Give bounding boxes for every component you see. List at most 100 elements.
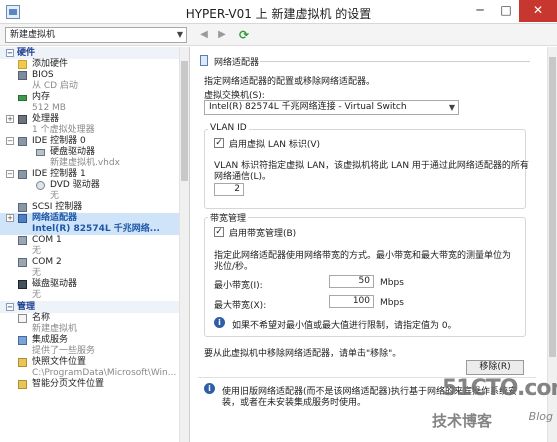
ide-controller-icon <box>18 137 27 146</box>
vlan-enable-checkbox[interactable]: ✓ <box>214 138 224 148</box>
tree-item-hard-drive[interactable]: 硬盘驱动器 <box>0 147 189 158</box>
bandwidth-group-title: 带宽管理 <box>208 211 249 224</box>
min-bandwidth-label: 最小带宽(I): <box>214 281 263 291</box>
tree-item-integration-detail: 提供了一些服务 <box>32 346 96 356</box>
info-icon: i <box>214 317 225 328</box>
tree-item-smart-paging[interactable]: 智能分页文件位置 <box>0 379 189 390</box>
vm-selector-dropdown[interactable]: 新建虚拟机 ▼ <box>5 27 187 43</box>
chevron-down-icon: ▼ <box>448 103 455 112</box>
tree-scrollbar-thumb[interactable] <box>181 61 188 181</box>
tree-item-bios[interactable]: BIOS <box>0 70 189 81</box>
title-bar: HYPER-V01 上 新建虚拟机 的设置 ─ □ ✕ <box>0 0 557 24</box>
ide-controller-icon <box>18 170 27 179</box>
tree-item-add-hardware[interactable]: 添加硬件 <box>0 59 189 70</box>
folder-icon <box>18 380 27 389</box>
vm-selector-value: 新建虚拟机 <box>10 30 56 40</box>
tree-item-processor-detail: 1 个虚拟处理器 <box>32 125 95 135</box>
serial-port-icon <box>18 236 27 245</box>
serial-port-icon <box>18 258 27 267</box>
bandwidth-description-line1: 指定此网络适配器使用网络带宽的方式。最小带宽和最大带宽的测量单位为 <box>214 251 512 261</box>
tree-item-com2-detail: 无 <box>32 268 42 278</box>
hard-drive-icon <box>36 149 45 156</box>
tree-item-name[interactable]: 名称 <box>0 313 189 324</box>
watermark-brand: 51CTO.com <box>442 376 557 401</box>
memory-icon <box>18 95 27 101</box>
management-section-header[interactable]: − 管理 <box>0 301 189 313</box>
tree-item-dvd-detail: 无 <box>50 191 60 201</box>
refresh-icon[interactable]: ⟳ <box>236 27 252 43</box>
collapse-icon[interactable]: − <box>6 137 14 145</box>
site-watermark: 51CTO.com 技术博客 Blog <box>432 376 557 442</box>
info-icon: i <box>204 383 215 394</box>
tree-item-ide0[interactable]: − IDE 控制器 0 <box>0 136 189 147</box>
tree-item-dvd[interactable]: DVD 驱动器 <box>0 180 189 191</box>
processor-icon <box>18 115 27 124</box>
forward-arrow-icon[interactable]: ▶ <box>214 27 230 43</box>
tree-item-bios-detail: 从 CD 启动 <box>32 81 78 91</box>
folder-icon <box>18 358 27 367</box>
min-bandwidth-unit: Mbps <box>380 278 404 288</box>
maximize-button[interactable]: □ <box>493 0 519 22</box>
network-adapter-icon <box>18 214 27 223</box>
toolbar: 新建虚拟机 ▼ ◀ ▶ ⟳ <box>0 24 557 46</box>
watermark-subtitle: 技术博客 <box>432 412 493 430</box>
bandwidth-enable-checkbox[interactable]: ✓ <box>214 227 224 237</box>
expand-icon[interactable]: + <box>6 214 14 222</box>
remove-description: 要从此虚拟机中移除网络适配器，请单击"移除"。 <box>204 349 402 359</box>
legacy-adapter-info-line2: 装，或者在未安装集成服务时使用。 <box>222 398 367 408</box>
pane-description: 指定网络适配器的配置或移除网络适配器。 <box>204 77 376 87</box>
tree-item-memory-detail: 512 MB <box>32 103 66 113</box>
vlan-description-line2: 网络通信(L)。 <box>214 172 272 182</box>
collapse-icon[interactable]: − <box>6 170 14 178</box>
tree-item-scsi[interactable]: SCSI 控制器 <box>0 202 189 213</box>
tree-item-network-adapter-detail: Intel(R) 82574L 千兆网络... <box>0 224 189 235</box>
floppy-disk-icon <box>18 280 27 289</box>
network-adapter-icon <box>200 55 208 66</box>
vlan-group-title: VLAN ID <box>208 123 249 133</box>
watermark-blog: Blog <box>528 410 553 423</box>
name-icon <box>18 314 27 323</box>
max-bandwidth-input[interactable]: 100 <box>329 295 374 308</box>
bandwidth-info-text: 如果不希望对最小值或最大值进行限制，请指定值为 0。 <box>232 321 457 331</box>
tree-item-network-adapter[interactable]: + 网络适配器 <box>0 213 189 224</box>
tree-scrollbar[interactable] <box>179 47 189 442</box>
tree-item-hard-drive-detail: 新建虚拟机.vhdx <box>50 158 120 168</box>
scsi-controller-icon <box>18 203 27 212</box>
vlan-enable-label: 启用虚拟 LAN 标识(V) <box>229 140 321 150</box>
hardware-section-header[interactable]: − 硬件 <box>0 47 189 59</box>
max-bandwidth-unit: Mbps <box>380 298 404 308</box>
minimize-button[interactable]: ─ <box>467 0 493 22</box>
tree-item-com1-detail: 无 <box>32 246 42 256</box>
collapse-icon[interactable]: − <box>6 303 14 311</box>
tree-item-floppy-detail: 无 <box>32 290 42 300</box>
back-arrow-icon[interactable]: ◀ <box>196 27 212 43</box>
virtual-switch-dropdown[interactable]: Intel(R) 82574L 千兆网络连接 - Virtual Switch … <box>204 100 459 115</box>
pane-title: 网络适配器 <box>214 58 260 68</box>
tree-item-com1[interactable]: COM 1 <box>0 235 189 246</box>
dvd-icon <box>36 181 45 190</box>
tree-item-processor[interactable]: + 处理器 <box>0 114 189 125</box>
settings-tree: − 硬件 添加硬件 BIOS 从 CD 启动 内存 512 MB + 处理器 1 … <box>0 47 190 442</box>
tree-item-floppy[interactable]: 磁盘驱动器 <box>0 279 189 290</box>
collapse-icon[interactable]: − <box>6 49 14 57</box>
close-button[interactable]: ✕ <box>519 0 557 22</box>
tree-item-memory[interactable]: 内存 <box>0 92 189 103</box>
remove-button[interactable]: 移除(R) <box>466 360 524 375</box>
virtual-switch-value: Intel(R) 82574L 千兆网络连接 - Virtual Switch <box>209 102 407 112</box>
pane-scrollbar-thumb[interactable] <box>549 57 556 357</box>
max-bandwidth-label: 最大带宽(X): <box>214 301 267 311</box>
bios-chip-icon <box>18 71 27 80</box>
expand-icon[interactable]: + <box>6 115 14 123</box>
vlan-id-input[interactable]: 2 <box>214 183 244 196</box>
integration-services-icon <box>18 336 27 345</box>
divider <box>260 61 530 62</box>
tree-item-name-detail: 新建虚拟机 <box>32 324 78 334</box>
tree-item-snapshot-location[interactable]: 快照文件位置 <box>0 357 189 368</box>
tree-item-integration-services[interactable]: 集成服务 <box>0 335 189 346</box>
min-bandwidth-input[interactable]: 50 <box>329 275 374 288</box>
bandwidth-enable-label: 启用带宽管理(B) <box>229 229 297 239</box>
tree-item-ide1[interactable]: − IDE 控制器 1 <box>0 169 189 180</box>
tree-item-com2[interactable]: COM 2 <box>0 257 189 268</box>
chevron-down-icon: ▼ <box>176 30 183 39</box>
tree-item-snapshot-detail: C:\ProgramData\Microsoft\Win... <box>32 368 177 378</box>
